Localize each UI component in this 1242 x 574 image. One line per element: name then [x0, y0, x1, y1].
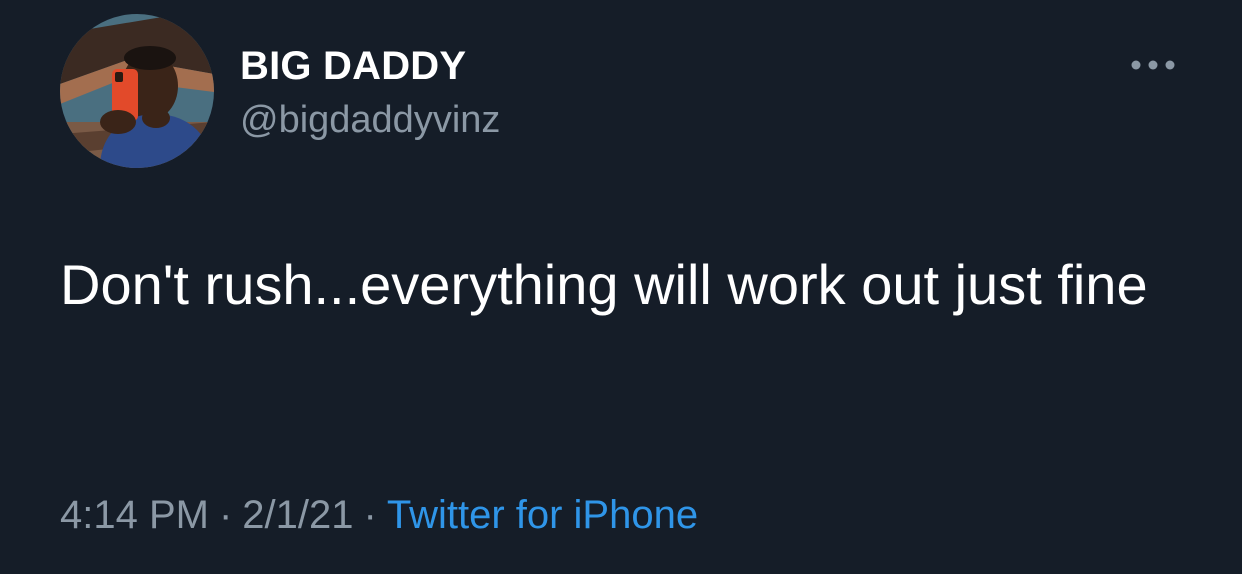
- author-handle[interactable]: @bigdaddyvinz: [240, 97, 500, 143]
- more-horizontal-icon: [1131, 60, 1175, 70]
- tweet-metadata: 4:14 PM · 2/1/21 · Twitter for iPhone: [60, 490, 698, 540]
- more-options-button[interactable]: [1128, 50, 1178, 80]
- tweet-text: Don't rush...everything will work out ju…: [60, 253, 1148, 316]
- meta-separator: ·: [363, 493, 377, 537]
- tweet-card: BIG DADDY @bigdaddyvinz Don't rush...eve…: [0, 0, 1242, 574]
- tweet-source-link[interactable]: Twitter for iPhone: [387, 493, 698, 537]
- tweet-time[interactable]: 4:14 PM: [60, 493, 209, 537]
- author-avatar[interactable]: [60, 14, 214, 168]
- author-display-name[interactable]: BIG DADDY: [240, 42, 466, 90]
- avatar-photo-icon: [60, 14, 214, 168]
- tweet-date[interactable]: 2/1/21: [242, 493, 353, 537]
- meta-separator: ·: [218, 493, 233, 537]
